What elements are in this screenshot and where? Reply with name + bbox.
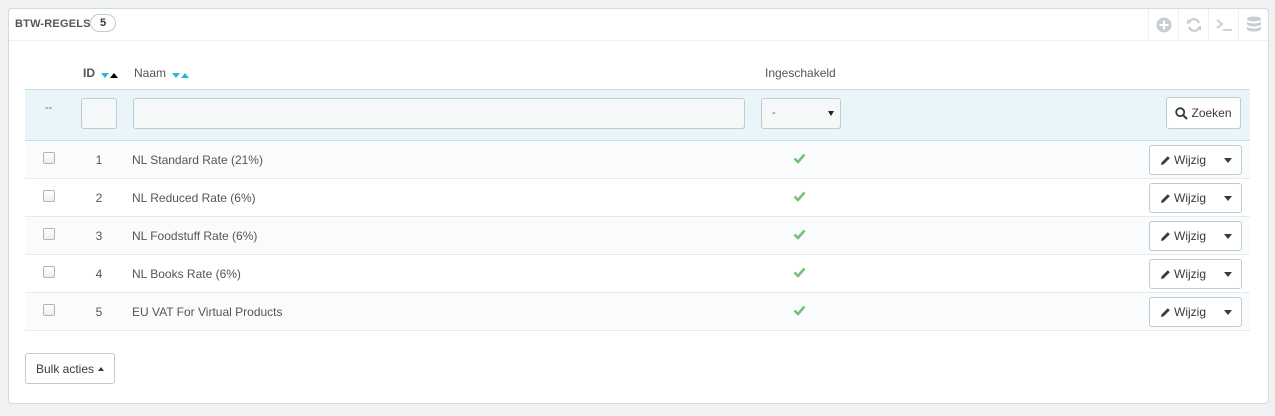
search-button-label: Zoeken <box>1191 106 1232 120</box>
column-header-id: ID <box>83 66 119 81</box>
search-icon <box>1175 106 1189 120</box>
sort-desc-icon[interactable] <box>101 72 110 78</box>
enabled-check-icon[interactable] <box>793 153 806 167</box>
count-badge: 5 <box>90 14 116 32</box>
table-row: 4 NL Books Rate (6%) Wijzig <box>25 255 1250 293</box>
filter-dash: -- <box>45 102 53 114</box>
edit-button[interactable]: Wijzig <box>1150 298 1216 326</box>
row-actions: Wijzig <box>1149 259 1242 289</box>
caret-down-icon <box>1223 157 1232 163</box>
cell-id: 4 <box>95 267 103 281</box>
cell-name[interactable]: NL Reduced Rate (6%) <box>132 191 256 205</box>
edit-button[interactable]: Wijzig <box>1150 260 1216 288</box>
cell-id: 5 <box>95 305 103 319</box>
caret-down-icon <box>1223 195 1232 201</box>
bulk-actions-button[interactable]: Bulk acties <box>25 353 115 384</box>
cell-name[interactable]: EU VAT For Virtual Products <box>132 305 283 319</box>
table-row: 1 NL Standard Rate (21%) Wijzig <box>25 141 1250 179</box>
edit-button[interactable]: Wijzig <box>1150 184 1216 212</box>
caret-down-icon <box>1223 233 1232 239</box>
enabled-check-icon[interactable] <box>793 305 806 319</box>
edit-button-label: Wijzig <box>1174 229 1206 243</box>
table-row: 2 NL Reduced Rate (6%) Wijzig <box>25 179 1250 217</box>
column-header-enabled: Ingeschakeld <box>765 66 836 80</box>
refresh-button[interactable] <box>1178 9 1208 41</box>
pencil-icon <box>1161 155 1170 165</box>
edit-button-label: Wijzig <box>1174 267 1206 281</box>
row-actions-dropdown[interactable] <box>1214 298 1241 326</box>
panel-heading: BTW-regels 5 <box>9 9 1268 41</box>
table-row: 3 NL Foodstuff Rate (6%) Wijzig <box>25 217 1250 255</box>
row-checkbox[interactable] <box>43 228 55 240</box>
column-label-id: ID <box>83 66 95 80</box>
row-actions: Wijzig <box>1149 221 1242 251</box>
refresh-icon <box>1186 18 1201 32</box>
enabled-check-icon[interactable] <box>793 229 806 243</box>
bulk-actions-label: Bulk acties <box>35 361 95 376</box>
filter-enabled-value: - <box>772 107 776 119</box>
row-actions-dropdown[interactable] <box>1214 260 1241 288</box>
tax-rules-panel: BTW-regels 5 <box>8 8 1269 404</box>
search-button[interactable]: Zoeken <box>1166 97 1241 129</box>
sort-asc-icon[interactable] <box>110 72 119 78</box>
edit-button[interactable]: Wijzig <box>1150 146 1216 174</box>
edit-button-label: Wijzig <box>1174 191 1206 205</box>
row-checkbox[interactable] <box>43 304 55 316</box>
filter-row: -- - Zoeken <box>25 89 1250 141</box>
row-actions: Wijzig <box>1149 145 1242 175</box>
sort-controls-id <box>101 67 119 81</box>
row-checkbox[interactable] <box>43 266 55 278</box>
edit-button[interactable]: Wijzig <box>1150 222 1216 250</box>
pencil-icon <box>1161 307 1170 317</box>
row-checkbox[interactable] <box>43 152 55 164</box>
add-new-button[interactable] <box>1148 9 1178 41</box>
panel-toolbar <box>1148 9 1268 41</box>
caret-up-icon <box>98 366 105 371</box>
cell-id: 3 <box>95 229 103 243</box>
export-sql-button[interactable] <box>1238 9 1268 41</box>
caret-down-icon <box>1223 271 1232 277</box>
panel-title: BTW-regels <box>15 18 91 30</box>
row-actions-dropdown[interactable] <box>1214 146 1241 174</box>
edit-button-label: Wijzig <box>1174 153 1206 167</box>
filter-enabled-select[interactable]: - <box>761 98 841 129</box>
edit-button-label: Wijzig <box>1174 305 1206 319</box>
sort-desc-icon[interactable] <box>172 72 181 78</box>
caret-down-icon <box>828 111 834 116</box>
pencil-icon <box>1161 231 1170 241</box>
cell-id: 2 <box>95 191 103 205</box>
row-actions: Wijzig <box>1149 297 1242 327</box>
sort-controls-name <box>172 67 190 81</box>
terminal-icon <box>1215 19 1232 31</box>
cell-id: 1 <box>95 153 103 167</box>
enabled-check-icon[interactable] <box>793 191 806 205</box>
column-header-name: Naam <box>134 66 190 81</box>
filter-name-input[interactable] <box>133 98 745 129</box>
pencil-icon <box>1161 269 1170 279</box>
sql-query-button[interactable] <box>1208 9 1238 41</box>
plus-circle-icon <box>1156 17 1171 33</box>
cell-name[interactable]: NL Books Rate (6%) <box>132 267 241 281</box>
sort-asc-icon[interactable] <box>181 72 190 78</box>
table-row: 5 EU VAT For Virtual Products Wijzig <box>25 293 1250 331</box>
cell-name[interactable]: NL Foodstuff Rate (6%) <box>132 229 257 243</box>
row-actions-dropdown[interactable] <box>1214 184 1241 212</box>
cell-name[interactable]: NL Standard Rate (21%) <box>132 153 263 167</box>
database-icon <box>1246 16 1261 32</box>
pencil-icon <box>1161 193 1170 203</box>
caret-down-icon <box>1223 309 1232 315</box>
row-actions: Wijzig <box>1149 183 1242 213</box>
row-actions-dropdown[interactable] <box>1214 222 1241 250</box>
row-checkbox[interactable] <box>43 190 55 202</box>
filter-id-input[interactable] <box>81 98 117 129</box>
enabled-check-icon[interactable] <box>793 267 806 281</box>
column-label-name: Naam <box>134 66 167 80</box>
